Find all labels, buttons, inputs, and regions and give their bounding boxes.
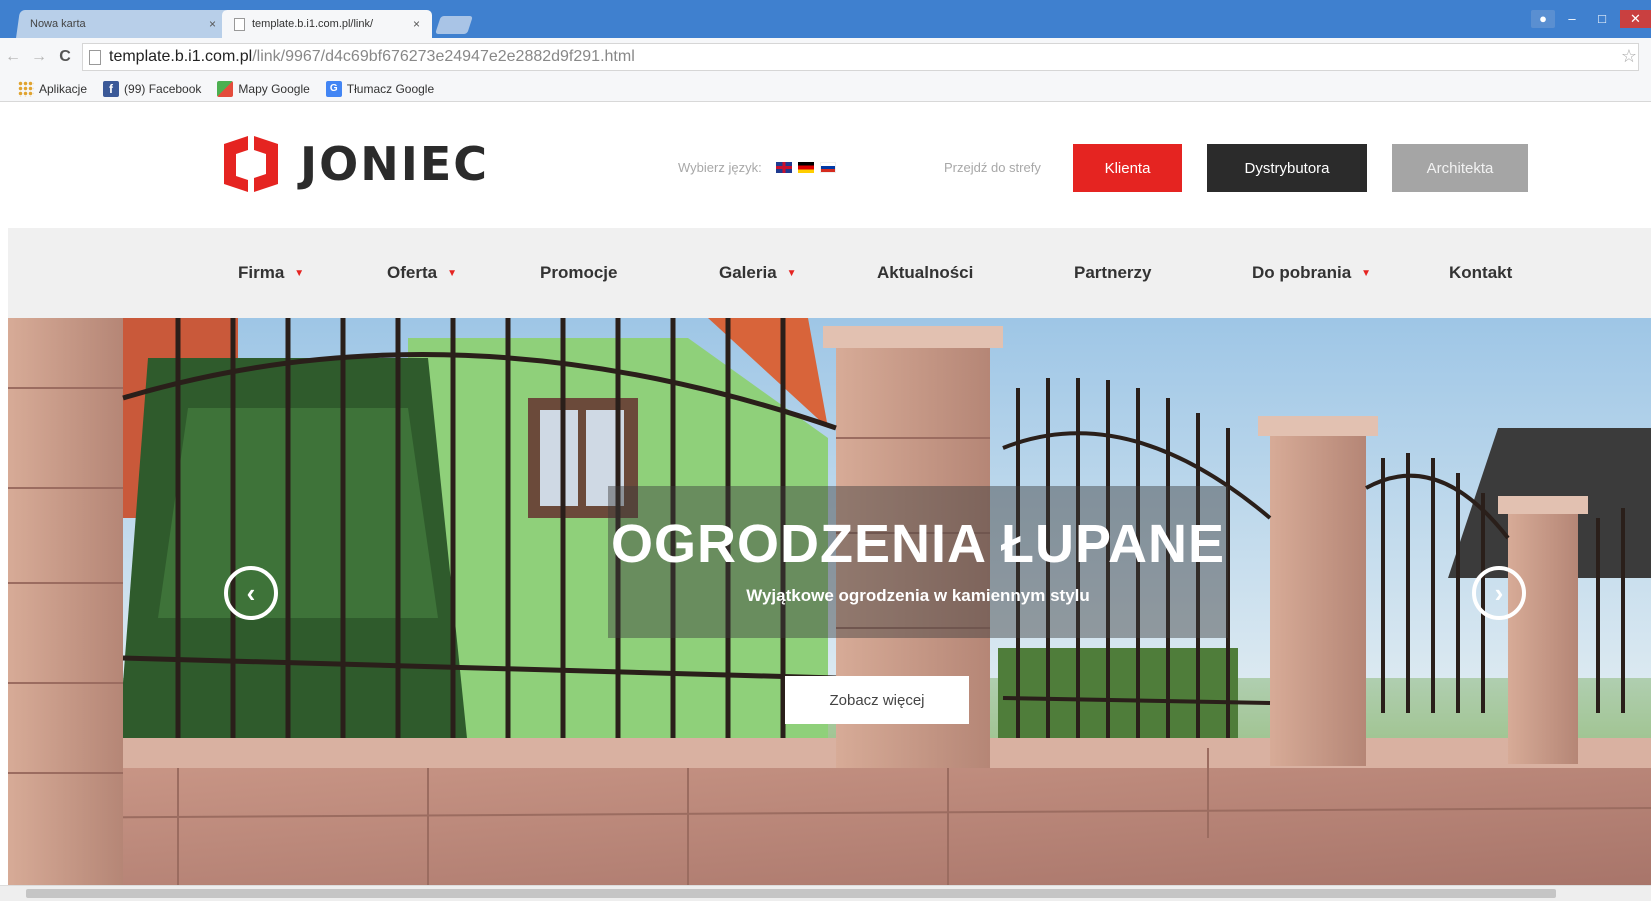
new-tab-button[interactable]: [435, 16, 473, 34]
tab-label: Nowa karta: [30, 18, 86, 30]
bookmark-maps[interactable]: Mapy Google: [217, 80, 310, 97]
nav-item-kontakt[interactable]: Kontakt: [1449, 263, 1512, 283]
tab-label: template.b.i1.com.pl/link/: [252, 18, 374, 30]
site-header: JONIEC Wybierz język: Przejdź do strefy …: [0, 102, 1651, 228]
main-nav: Firma ▼ Oferta ▼ Promocje Galeria ▼ Aktualn…: [8, 228, 1651, 318]
facebook-icon: f: [103, 80, 120, 97]
horizontal-scrollbar[interactable]: [0, 885, 1651, 901]
hero-slider: OGRODZENIA ŁUPANE Wyjątkowe ogrodzenia w…: [8, 318, 1651, 885]
slider-prev-button[interactable]: ‹: [224, 566, 278, 620]
slider-next-button[interactable]: ›: [1472, 566, 1526, 620]
hero-subtitle: Wyjątkowe ogrodzenia w kamiennym stylu: [746, 586, 1090, 605]
bookmark-apps[interactable]: Aplikacje: [18, 80, 88, 97]
bookmark-label: Tłumacz Google: [346, 81, 435, 96]
hero-title: OGRODZENIA ŁUPANE: [610, 514, 1225, 574]
language-label: Wybierz język:: [678, 160, 762, 175]
bookmark-label: (99) Facebook: [124, 81, 202, 96]
nav-label: Firma: [238, 263, 285, 282]
url-host: template.b.i1.com.pl: [109, 48, 253, 65]
nav-item-oferta[interactable]: Oferta ▼: [387, 263, 457, 283]
window-close-icon[interactable]: ✕: [1620, 10, 1651, 28]
nav-label: Promocje: [540, 263, 618, 282]
caret-down-icon: ▼: [294, 268, 305, 280]
nav-label: Partnerzy: [1074, 263, 1152, 282]
browser-tab-new[interactable]: Nowa karta ×: [16, 10, 230, 38]
nav-item-do-pobrania[interactable]: Do pobrania ▼: [1252, 263, 1371, 283]
bookmark-star-icon[interactable]: ☆: [1621, 46, 1637, 67]
zone-label: Przejdź do strefy: [944, 160, 1041, 175]
chevron-right-icon: ›: [1494, 577, 1504, 608]
forward-icon[interactable]: →: [26, 48, 52, 66]
zone-architect-button[interactable]: Architekta: [1392, 144, 1528, 192]
nav-label: Kontakt: [1449, 263, 1513, 282]
nav-item-firma[interactable]: Firma ▼: [238, 263, 304, 283]
browser-tab-active[interactable]: template.b.i1.com.pl/link/ ×: [222, 10, 432, 38]
page-icon: [234, 17, 245, 31]
flag-en-icon[interactable]: [775, 162, 792, 173]
nav-label: Oferta: [387, 263, 438, 282]
bookmark-facebook[interactable]: f (99) Facebook: [103, 80, 202, 97]
translate-icon: G: [325, 80, 342, 97]
zone-client-button[interactable]: Klienta: [1073, 144, 1182, 192]
minimize-icon[interactable]: –: [1562, 10, 1582, 28]
browser-toolbar: ← → C template.b.i1.com.pl/link/9967/d4c…: [0, 38, 1651, 76]
close-icon[interactable]: ×: [209, 17, 216, 31]
see-more-button[interactable]: Zobacz więcej: [785, 676, 969, 724]
language-selector: Wybierz język:: [678, 160, 836, 175]
logo-mark-icon: [224, 136, 278, 192]
maximize-icon[interactable]: □: [1592, 10, 1612, 28]
caret-down-icon: ▼: [1361, 268, 1372, 280]
chevron-left-icon: ‹: [246, 577, 256, 608]
apps-icon: [18, 80, 34, 97]
nav-label: Galeria: [719, 263, 777, 282]
nav-item-galeria[interactable]: Galeria ▼: [719, 263, 797, 283]
maps-icon: [217, 80, 234, 97]
logo-text: JONIEC: [300, 137, 490, 191]
bookmark-translate[interactable]: G Tłumacz Google: [325, 80, 435, 97]
logo[interactable]: JONIEC: [222, 132, 489, 196]
nav-item-promocje[interactable]: Promocje: [540, 263, 617, 283]
close-icon[interactable]: ×: [413, 17, 420, 31]
zone-distributor-button[interactable]: Dystrybutora: [1207, 144, 1367, 192]
caret-down-icon: ▼: [786, 268, 797, 280]
scrollbar-thumb[interactable]: [26, 889, 1556, 898]
address-bar[interactable]: template.b.i1.com.pl/link/9967/d4c69bf67…: [82, 43, 1639, 71]
flag-ru-icon[interactable]: [819, 162, 836, 173]
browser-tabstrip: Nowa karta × template.b.i1.com.pl/link/ …: [0, 0, 1651, 38]
page-icon: [89, 49, 101, 65]
nav-item-aktualnosci[interactable]: Aktualności: [877, 263, 973, 283]
back-icon[interactable]: ←: [0, 48, 26, 66]
nav-label: Do pobrania: [1252, 263, 1352, 282]
reload-icon[interactable]: C: [52, 48, 78, 66]
caret-down-icon: ▼: [447, 268, 457, 280]
nav-label: Aktualności: [877, 263, 974, 282]
bookmarks-bar: Aplikacje f (99) Facebook Mapy Google G …: [0, 76, 1651, 102]
bookmark-label: Mapy Google: [238, 81, 310, 96]
nav-item-partnerzy[interactable]: Partnerzy: [1074, 263, 1151, 283]
user-icon[interactable]: ●: [1531, 10, 1555, 28]
url-path: /link/9967/d4c69bf676273e24947e2e2882d9f…: [252, 48, 635, 65]
flag-de-icon[interactable]: [797, 162, 814, 173]
bookmark-label: Aplikacje: [39, 81, 88, 96]
